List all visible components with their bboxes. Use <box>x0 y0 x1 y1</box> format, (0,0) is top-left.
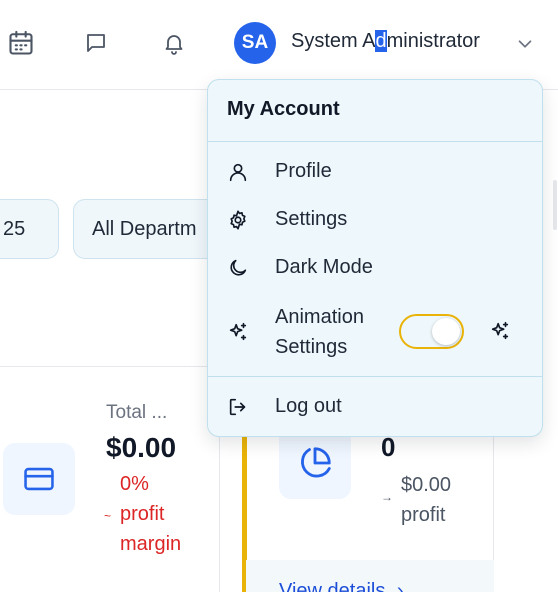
top-bar: SA System Administrator <box>0 0 558 90</box>
user-name-part: System A <box>291 30 376 52</box>
menu-item-label: Animation Settings <box>275 302 364 362</box>
user-name-part: ministrator <box>386 30 480 52</box>
view-details-link[interactable]: View details › <box>246 560 494 592</box>
sparkles-icon <box>489 320 511 342</box>
pie-chart-icon <box>279 427 351 499</box>
chevron-down-icon[interactable] <box>514 33 536 55</box>
menu-item-label: Log out <box>275 395 342 417</box>
message-icon[interactable] <box>81 28 111 58</box>
arrow-right-icon: → <box>381 490 393 504</box>
profit-margin-label: margin <box>120 533 182 555</box>
menu-divider <box>208 376 542 377</box>
menu-item-label: Profile <box>275 160 332 182</box>
user-menu-trigger[interactable]: System Administrator <box>291 30 480 53</box>
animation-toggle[interactable] <box>399 314 464 349</box>
menu-item-settings[interactable]: Settings <box>208 198 542 242</box>
kpi-subtext: $0.00 profit <box>401 470 451 530</box>
toggle-knob <box>432 318 460 345</box>
menu-divider <box>208 141 542 142</box>
credit-card-icon <box>3 443 75 515</box>
gear-icon <box>227 209 249 231</box>
kpi-value: $0.00 <box>106 432 177 463</box>
moon-icon <box>227 257 249 279</box>
kpi-label: Total ... <box>106 402 168 423</box>
scrollbar[interactable] <box>553 180 557 230</box>
profit-margin-percent: 0% <box>120 473 149 495</box>
account-dropdown-menu: My Account Profile Settings Dark Mode An… <box>207 79 543 437</box>
menu-item-dark-mode[interactable]: Dark Mode <box>208 246 542 290</box>
bell-icon[interactable] <box>159 28 189 58</box>
department-filter-value: All Departm <box>92 217 197 240</box>
menu-item-logout[interactable]: Log out <box>208 385 542 429</box>
user-icon <box>227 161 249 183</box>
menu-item-label: Settings <box>275 208 348 230</box>
kpi-subtext-line: $0.00 <box>401 474 452 496</box>
menu-item-label-line: Animation <box>275 306 364 328</box>
profit-margin-label: profit <box>120 503 165 525</box>
chevron-right-icon: › <box>396 580 404 592</box>
view-details-label: View details <box>279 580 386 592</box>
sparkles-icon <box>227 321 249 343</box>
menu-item-label: Dark Mode <box>275 256 373 278</box>
date-filter[interactable]: 25 <box>0 199 59 259</box>
menu-item-label-line: Settings <box>275 336 348 358</box>
trend-down-icon: ~ <box>104 509 112 523</box>
selected-text: d <box>375 30 387 52</box>
calendar-icon[interactable] <box>6 28 36 58</box>
menu-title: My Account <box>227 98 340 120</box>
kpi-subtext-line: profit <box>401 504 446 526</box>
logout-icon <box>227 396 249 418</box>
menu-item-profile[interactable]: Profile <box>208 150 542 194</box>
avatar[interactable]: SA <box>234 22 276 64</box>
date-filter-value: 25 <box>3 217 26 240</box>
